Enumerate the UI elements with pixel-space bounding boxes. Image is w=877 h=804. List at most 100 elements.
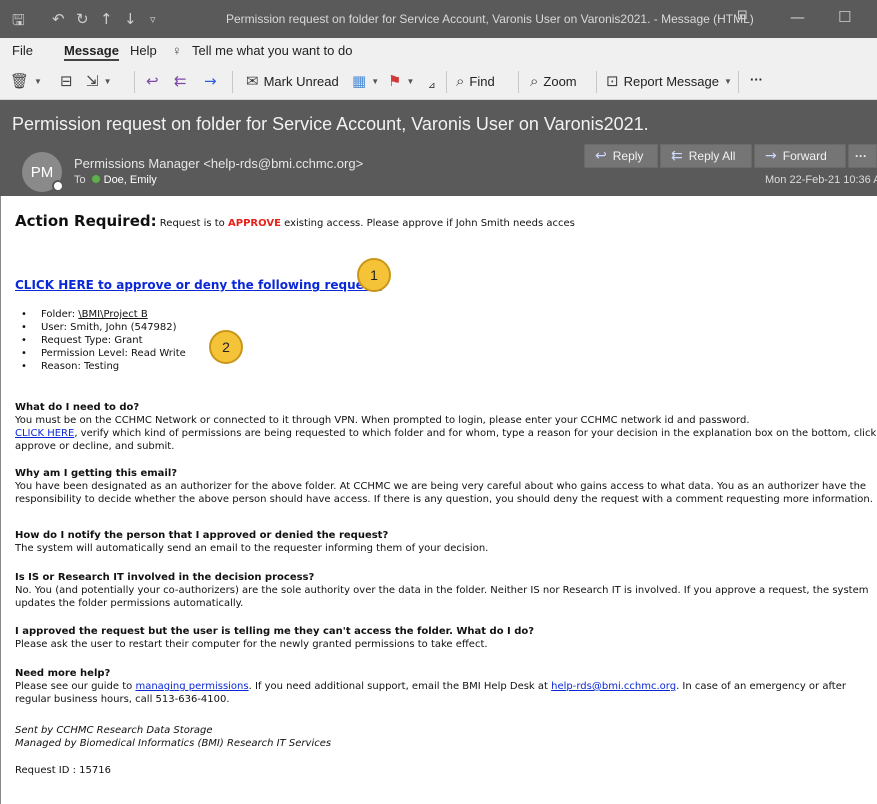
- maximize-icon[interactable]: ☐: [838, 8, 851, 26]
- search-icon: ⌕: [456, 72, 465, 90]
- list-item: Folder: \BMI\Project B: [21, 308, 186, 321]
- customize-icon[interactable]: ▿: [150, 13, 156, 26]
- sent-by-line: Sent by CCHMC Research Data Storage: [15, 725, 213, 736]
- flag-icon: ⚑: [388, 72, 402, 90]
- divider: [232, 71, 233, 93]
- presence-indicator: [52, 180, 64, 192]
- faq-heading: Is IS or Research IT involved in the dec…: [15, 572, 315, 583]
- message-subject: Permission request on folder for Service…: [12, 114, 649, 134]
- list-item: User: Smith, John (547982): [21, 321, 186, 334]
- report-message-button[interactable]: ⊡ Report Message ▼: [606, 72, 732, 90]
- reply-all-ribbon-button[interactable]: ⇇: [174, 72, 187, 90]
- action-required-line: Action Required: Request is to APPROVE e…: [15, 212, 575, 230]
- move-button[interactable]: ⇲ ▼: [86, 72, 112, 90]
- faq-heading: I approved the request but the user is t…: [15, 626, 535, 637]
- faq-answer-text: . If you need additional support, email …: [248, 681, 548, 692]
- up-arrow-icon[interactable]: ↑: [100, 10, 113, 28]
- chevron-down-icon: ▼: [34, 76, 42, 86]
- forward-button[interactable]: → Forward: [754, 144, 846, 168]
- sent-date: Mon 22-Feb-21 10:36 AM: [765, 174, 877, 186]
- list-item: Request Type: Grant: [21, 334, 186, 347]
- zoom-button[interactable]: ⌕ Zoom: [530, 72, 577, 90]
- faq-heading: What do I need to do?: [15, 402, 140, 413]
- find-button[interactable]: ⌕ Find: [456, 72, 495, 90]
- faq-answer: Please ask the user to restart their com…: [15, 639, 488, 650]
- divider: [738, 71, 739, 93]
- callout-2-badge: 2: [209, 330, 243, 364]
- chevron-down-icon: ▼: [406, 76, 415, 86]
- faq-heading: Why am I getting this email?: [15, 468, 178, 479]
- tell-me-search[interactable]: Tell me what you want to do: [192, 43, 352, 58]
- undo-icon[interactable]: ↶: [52, 10, 65, 28]
- reply-all-label: Reply All: [688, 149, 736, 163]
- approve-deny-link[interactable]: CLICK HERE to approve or deny the follow…: [15, 278, 381, 292]
- ribbon-toolbar: 🗑 ▼ ⊟ ⇲ ▼ ↩ ⇇ → ✉ Mark Unread ▦ ▼ ⚑ ▼ ⊿ ⌕ Find…: [0, 64, 877, 100]
- reply-icon: ↩: [595, 148, 607, 164]
- minimize-icon[interactable]: —: [790, 8, 805, 26]
- trash-icon: 🗑: [10, 72, 30, 90]
- ribbon-display-icon[interactable]: ⊟: [737, 8, 748, 23]
- request-id: Request ID : 15716: [15, 765, 111, 776]
- reply-label: Reply: [612, 149, 644, 163]
- faq-answer: No. You (and potentially your co-authori…: [15, 585, 869, 609]
- folder-path-link[interactable]: \BMI\Project B: [78, 309, 147, 320]
- move-to-folder-icon: ⇲: [86, 72, 99, 90]
- delete-button[interactable]: 🗑 ▼: [10, 72, 42, 90]
- reply-all-button[interactable]: ⇇ Reply All: [660, 144, 752, 168]
- find-label: Find: [469, 73, 495, 89]
- chevron-down-icon: ▼: [103, 76, 112, 86]
- reply-button[interactable]: ↩ Reply: [584, 144, 658, 168]
- zoom-label: Zoom: [543, 73, 577, 89]
- menu-message[interactable]: Message: [64, 43, 119, 61]
- report-message-label: Report Message: [623, 73, 719, 89]
- chevron-down-icon: ▼: [723, 76, 732, 86]
- divider: [596, 71, 597, 93]
- lightbulb-icon: ♀: [172, 43, 182, 58]
- mark-unread-button[interactable]: ✉ Mark Unread: [246, 72, 339, 90]
- presence-dot-icon: [91, 175, 100, 183]
- mark-unread-label: Mark Unread: [263, 73, 339, 89]
- title-bar: 🖫 ↶ ↻ ↑ ↓ ▿ Permission request on folder…: [0, 0, 877, 38]
- window-title: Permission request on folder for Service…: [226, 12, 754, 26]
- click-here-link[interactable]: CLICK HERE: [15, 428, 74, 439]
- follow-up-button[interactable]: ⚑ ▼: [388, 72, 414, 90]
- faq-answer: CLICK HERE, verify which kind of permiss…: [15, 427, 877, 453]
- redo-icon[interactable]: ↻: [76, 10, 89, 28]
- message-header: Permission request on folder for Service…: [0, 100, 877, 196]
- zoom-icon: ⌕: [530, 72, 539, 90]
- more-commands-button[interactable]: ···: [750, 72, 763, 87]
- callout-1-badge: 1: [357, 258, 391, 292]
- archive-button[interactable]: ⊟: [60, 72, 73, 90]
- list-item: Permission Level: Read Write: [21, 347, 186, 360]
- more-actions-button[interactable]: ···: [848, 144, 877, 168]
- sender[interactable]: Permissions Manager <help-rds@bmi.cchmc.…: [74, 156, 363, 171]
- reply-ribbon-button[interactable]: ↩: [146, 72, 159, 90]
- menu-bar: File Message Help ♀ Tell me what you wan…: [0, 38, 877, 64]
- faq-heading: How do I notify the person that I approv…: [15, 530, 389, 541]
- categorize-icon: ▦: [352, 72, 367, 90]
- forward-icon: →: [204, 72, 217, 90]
- menu-file[interactable]: File: [12, 43, 33, 58]
- managed-by-line: Managed by Biomedical Informatics (BMI) …: [15, 738, 332, 749]
- managing-permissions-link[interactable]: managing permissions: [135, 681, 248, 692]
- faq-answer: You must be on the CCHMC Network or conn…: [15, 415, 750, 426]
- action-pre: Request is to: [159, 218, 225, 229]
- action-title: Action Required:: [15, 212, 157, 230]
- down-arrow-icon[interactable]: ↓: [124, 10, 137, 28]
- forward-icon: →: [765, 148, 777, 164]
- help-desk-email-link[interactable]: help-rds@bmi.cchmc.org: [551, 681, 676, 692]
- dialog-launcher-icon[interactable]: ⊿: [428, 80, 436, 91]
- recipient-name[interactable]: Doe, Emily: [104, 174, 157, 186]
- envelope-icon: ✉: [246, 72, 259, 90]
- categorize-button[interactable]: ▦ ▼: [352, 72, 379, 90]
- chevron-down-icon: ▼: [371, 76, 380, 86]
- forward-label: Forward: [782, 149, 827, 163]
- reply-all-icon: ⇇: [671, 148, 683, 164]
- faq-answer-text: , verify which kind of permissions are b…: [15, 428, 877, 452]
- menu-help[interactable]: Help: [130, 43, 157, 58]
- message-body: Action Required: Request is to APPROVE e…: [0, 196, 877, 804]
- faq-heading: Need more help?: [15, 668, 111, 679]
- save-icon[interactable]: 🖫: [12, 10, 25, 35]
- forward-ribbon-button[interactable]: →: [204, 72, 217, 90]
- folder-label: Folder:: [41, 309, 76, 320]
